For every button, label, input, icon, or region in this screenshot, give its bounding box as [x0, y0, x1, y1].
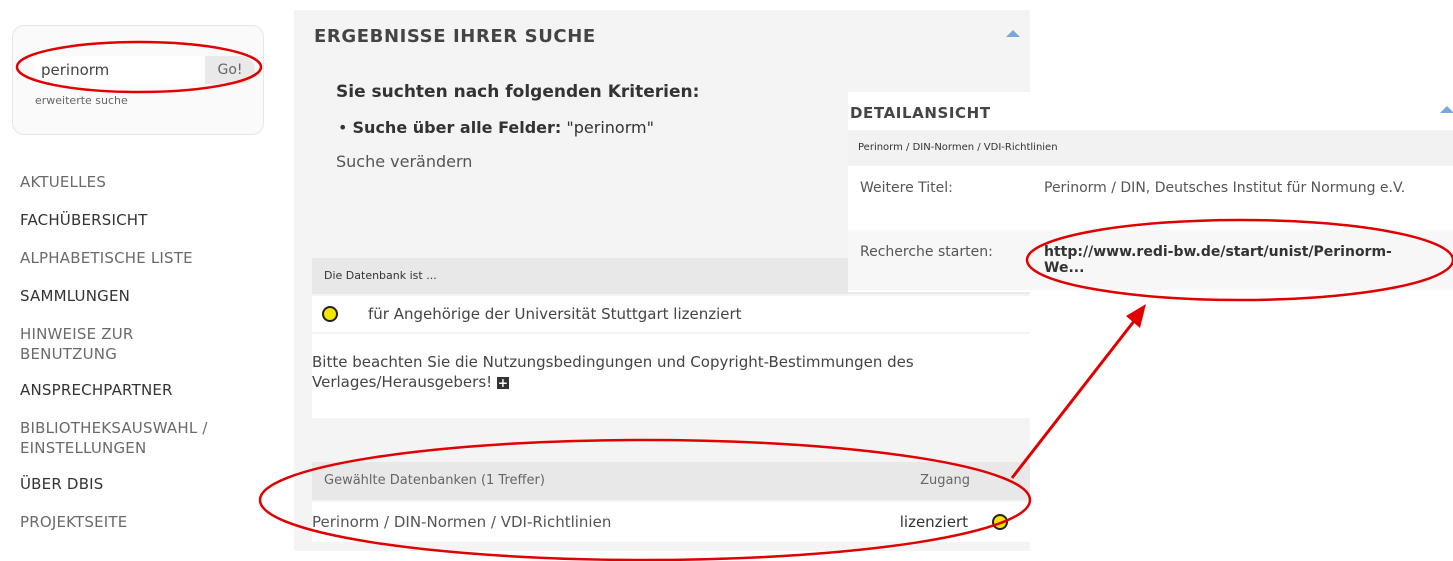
- search-highlight-ellipse: [15, 40, 263, 94]
- annotation-arrow-line: [1010, 315, 1140, 479]
- link-highlight-ellipse: [1025, 218, 1453, 302]
- annotation-arrowhead-icon: [1126, 304, 1146, 328]
- annotation-overlay: [15, 40, 1453, 561]
- result-highlight-ellipse: [258, 438, 1032, 561]
